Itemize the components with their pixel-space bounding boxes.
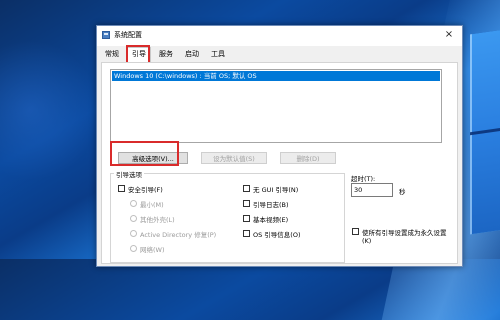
no-gui-boot-label: 无 GUI 引导(N) xyxy=(253,186,299,194)
delete-button[interactable]: 删除(D) xyxy=(280,152,336,164)
timeout-unit: 秒 xyxy=(399,188,406,196)
boot-options-label: 引导选项 xyxy=(114,169,144,179)
ad-repair-label: Active Directory 修复(P) xyxy=(140,231,217,239)
tab-startup[interactable]: 启动 xyxy=(181,48,203,61)
make-permanent-label-shortcut: (K) xyxy=(362,237,372,245)
wallpaper-glow xyxy=(0,40,100,180)
timeout-label: 超时(T): xyxy=(351,175,376,183)
base-video-label: 基本视频(E) xyxy=(253,216,289,224)
timeout-input[interactable]: 30 xyxy=(351,183,393,197)
tab-tools[interactable]: 工具 xyxy=(207,48,229,61)
alternate-shell-label: 其他外壳(L) xyxy=(140,216,175,224)
safe-boot-label: 安全引导(F) xyxy=(128,186,163,194)
minimal-radio[interactable] xyxy=(130,200,137,207)
alternate-shell-radio[interactable] xyxy=(130,215,137,222)
make-permanent-label: 使所有引导设置成为永久设置 xyxy=(362,229,447,237)
close-button[interactable]: × xyxy=(441,28,457,42)
title-bar[interactable]: 系统配置 × xyxy=(97,26,462,46)
tab-general[interactable]: 常规 xyxy=(101,48,123,61)
no-gui-boot-checkbox[interactable] xyxy=(243,185,250,192)
os-boot-info-checkbox[interactable] xyxy=(243,230,250,237)
boot-log-label: 引导日志(B) xyxy=(253,201,289,209)
system-config-dialog: 系统配置 × 常规 引导 服务 启动 工具 Windows 10 (C:\win… xyxy=(96,25,463,267)
safe-boot-checkbox[interactable] xyxy=(118,185,125,192)
set-default-button[interactable]: 设为默认值(S) xyxy=(201,152,267,164)
boot-log-checkbox[interactable] xyxy=(243,200,250,207)
os-list-item[interactable]: Windows 10 (C:\windows) : 当前 OS; 默认 OS xyxy=(112,71,440,81)
msconfig-icon xyxy=(102,31,110,39)
window-title: 系统配置 xyxy=(114,31,142,39)
os-list[interactable]: Windows 10 (C:\windows) : 当前 OS; 默认 OS xyxy=(110,69,442,143)
make-permanent-checkbox[interactable] xyxy=(352,228,359,235)
ad-repair-radio[interactable] xyxy=(130,230,137,237)
minimal-label: 最小(M) xyxy=(140,201,164,209)
advanced-options-highlight xyxy=(110,141,179,166)
tab-services[interactable]: 服务 xyxy=(155,48,177,61)
network-radio[interactable] xyxy=(130,245,137,252)
network-label: 网络(W) xyxy=(140,246,165,254)
os-boot-info-label: OS 引导信息(O) xyxy=(253,231,301,239)
base-video-checkbox[interactable] xyxy=(243,215,250,222)
